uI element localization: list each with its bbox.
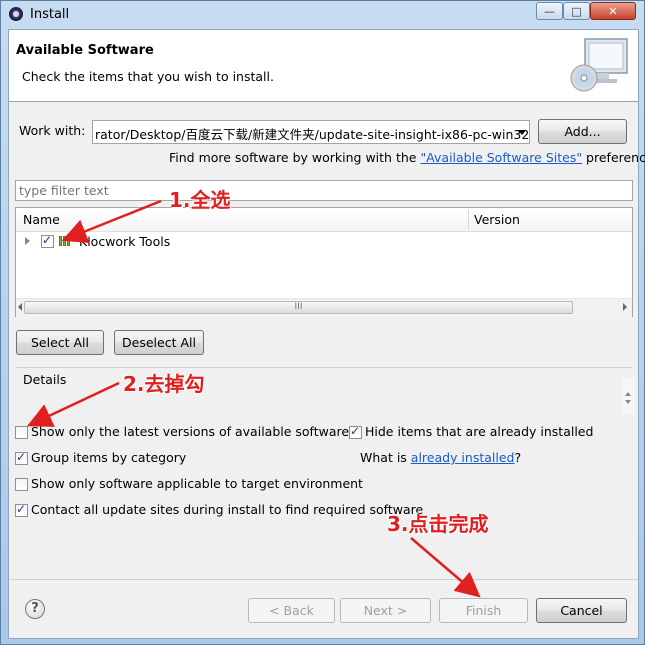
arrow-step1: [61, 199, 162, 244]
annotation-step2: 2.去掉勾: [123, 372, 205, 396]
annotation-step3: 3.点击完成: [387, 512, 489, 536]
annotation-arrows: [26, 199, 481, 598]
annotation-step1: 1.全选: [169, 188, 231, 212]
install-window: Install — □ ✕ Available Software Check t…: [0, 0, 645, 645]
arrow-step3: [410, 537, 481, 598]
arrow-step2: [26, 381, 120, 427]
